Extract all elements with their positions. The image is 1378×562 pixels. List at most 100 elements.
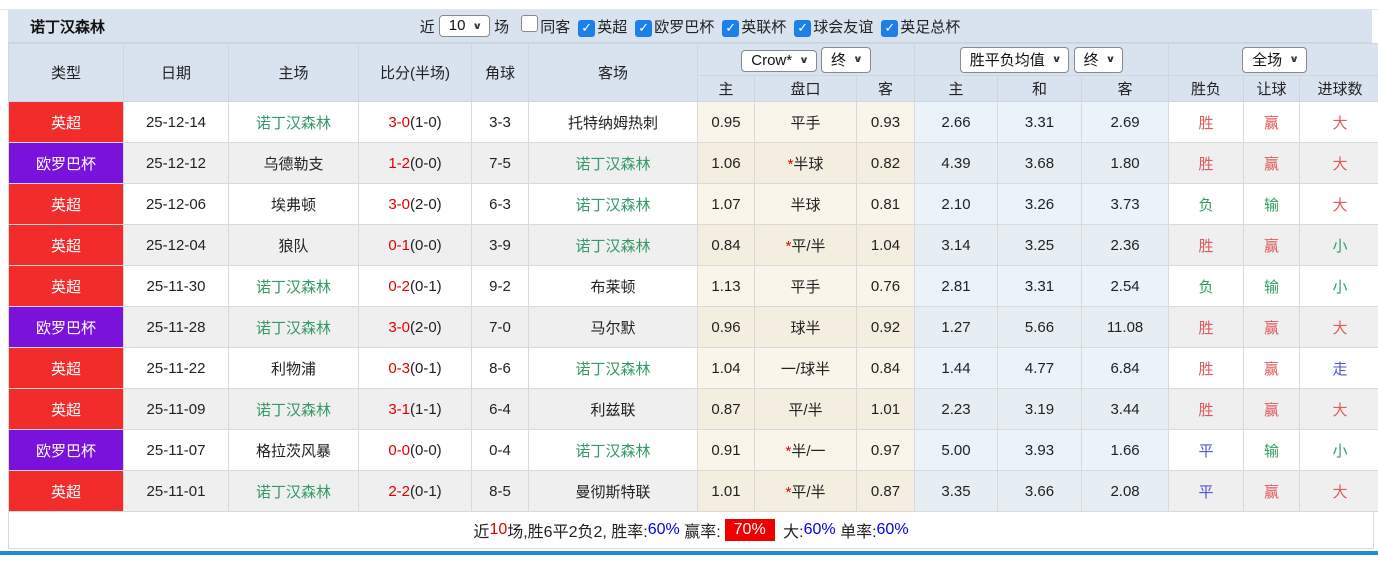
avg-draw-odds: 4.77 bbox=[997, 347, 1083, 389]
match-history-table: 类型 日期 主场 比分(半场) 角球 客场 Crow* ∨ 终 ∨ 胜平负均值 … bbox=[8, 43, 1378, 512]
date-cell: 25-11-07 bbox=[123, 429, 229, 471]
handicap-result: 输 bbox=[1264, 442, 1280, 460]
checkbox-checked[interactable]: ✓ bbox=[722, 19, 740, 37]
col-header-home: 主场 bbox=[228, 43, 359, 102]
sub-header-avg-home: 主 bbox=[914, 75, 999, 102]
checkbox-label: 球会友谊 bbox=[813, 19, 874, 36]
fulltime-score: 3-0 bbox=[388, 113, 410, 131]
avg-odds-select[interactable]: 胜平负均值 ∨ bbox=[959, 46, 1070, 73]
handicap-line-cell: 半球 bbox=[754, 183, 857, 225]
checkbox-checked[interactable]: ✓ bbox=[881, 19, 899, 37]
goals-result: 大 bbox=[1332, 483, 1348, 501]
chevron-down-icon: ∨ bbox=[1105, 53, 1116, 65]
summary-segment: 单率: bbox=[835, 524, 877, 541]
home-team-name: 乌德勒支 bbox=[263, 155, 324, 173]
away-team-cell: 利兹联 bbox=[528, 388, 698, 430]
chevron-down-icon: ∨ bbox=[472, 19, 483, 32]
match-result-cell: 胜 bbox=[1168, 101, 1245, 143]
match-result-cell: 平 bbox=[1168, 429, 1245, 471]
col-header-corners: 角球 bbox=[471, 43, 529, 102]
match-result-cell: 平 bbox=[1168, 470, 1245, 512]
checkbox-unchecked[interactable] bbox=[521, 15, 539, 32]
away-team-name: 诺丁汉森林 bbox=[575, 155, 651, 173]
recent-count-select[interactable]: 10 ∨ bbox=[438, 15, 491, 37]
checkbox-label: 英足总杯 bbox=[900, 19, 961, 36]
handicap-line-cell: 平/半 bbox=[754, 388, 857, 430]
fulltime-score: 1-2 bbox=[388, 154, 410, 172]
home-team-cell: 诺丁汉森林 bbox=[228, 388, 359, 430]
table-row: 欧罗巴杯 25-11-07 格拉茨风暴 0-0(0-0) 0-4 诺丁汉森林 0.91 *半/… bbox=[8, 429, 1378, 471]
league-filter-checkboxes: 同客 ✓ 英超 ✓ 欧罗巴杯 ✓ 英联杯 ✓ 球会友谊 ✓ 英足总杯 bbox=[513, 15, 960, 37]
scope-select[interactable]: 全场 ∨ bbox=[1242, 46, 1307, 73]
summary-segment: 60% bbox=[803, 521, 836, 538]
fulltime-score: 3-0 bbox=[388, 318, 410, 336]
checkbox-checked[interactable]: ✓ bbox=[794, 19, 812, 37]
scope-value: 全场 bbox=[1252, 51, 1283, 69]
handicap-away-odds: 1.01 bbox=[855, 388, 916, 430]
away-team-name: 布莱顿 bbox=[590, 278, 636, 296]
away-team-cell: 布莱顿 bbox=[528, 265, 698, 307]
chevron-down-icon: ∨ bbox=[853, 53, 863, 65]
score-cell: 0-0(0-0) bbox=[358, 429, 472, 471]
date-cell: 25-12-12 bbox=[123, 142, 229, 184]
avg-home-odds: 2.10 bbox=[914, 183, 999, 225]
match-result-cell: 胜 bbox=[1168, 142, 1245, 184]
table-row: 英超 25-11-01 诺丁汉森林 2-2(0-1) 8-5 曼彻斯特联 1.01 *平/半 0… bbox=[8, 470, 1378, 512]
recent-count-value: 10 bbox=[448, 17, 466, 34]
goals-result-cell: 小 bbox=[1299, 429, 1378, 471]
home-team-cell: 诺丁汉森林 bbox=[228, 101, 359, 143]
handicap-away-odds: 0.93 bbox=[855, 101, 916, 143]
away-team-cell: 诺丁汉森林 bbox=[528, 142, 698, 184]
avg-away-odds: 3.73 bbox=[1081, 183, 1170, 225]
col-header-score: 比分(半场) bbox=[358, 43, 472, 102]
home-team-name: 狼队 bbox=[278, 237, 309, 255]
summary-segment: 10 bbox=[489, 521, 508, 538]
handicap-away-odds: 0.92 bbox=[855, 306, 916, 348]
checkbox-checked[interactable]: ✓ bbox=[578, 19, 596, 37]
date-cell: 25-11-30 bbox=[123, 265, 229, 307]
odds-company-select[interactable]: Crow* ∨ bbox=[741, 49, 817, 72]
checkbox-checked[interactable]: ✓ bbox=[635, 19, 653, 37]
away-team-name: 曼彻斯特联 bbox=[575, 483, 651, 501]
home-team-cell: 利物浦 bbox=[228, 347, 359, 389]
home-team-name: 埃弗顿 bbox=[270, 196, 316, 214]
handicap-home-odds: 0.91 bbox=[697, 429, 755, 471]
avg-away-odds: 6.84 bbox=[1081, 347, 1170, 389]
home-team-cell: 狼队 bbox=[228, 224, 359, 266]
match-result: 胜 bbox=[1198, 114, 1214, 132]
league-badge: 英超 bbox=[8, 101, 124, 143]
handicap-line-cell: 一/球半 bbox=[754, 347, 857, 389]
handicap-result: 输 bbox=[1264, 278, 1280, 296]
avg-odds-group-header: 胜平负均值 ∨ 终 ∨ bbox=[914, 43, 1170, 76]
avg-draw-odds: 3.25 bbox=[997, 224, 1083, 266]
league-badge: 英超 bbox=[8, 470, 124, 512]
handicap-result: 赢 bbox=[1264, 237, 1280, 255]
sub-header-goals: 进球数 bbox=[1299, 75, 1378, 102]
table-row: 英超 25-11-22 利物浦 0-3(0-1) 8-6 诺丁汉森林 1.04 一/球半 0.8… bbox=[8, 347, 1378, 389]
halftime-score: (0-0) bbox=[410, 236, 442, 254]
avg-draw-odds: 3.19 bbox=[997, 388, 1083, 430]
goals-result: 小 bbox=[1332, 278, 1348, 296]
date-cell: 25-11-28 bbox=[123, 306, 229, 348]
goals-result-cell: 小 bbox=[1299, 224, 1378, 266]
handicap-line: 平/半 bbox=[791, 237, 826, 255]
avg-away-odds: 2.08 bbox=[1081, 470, 1170, 512]
home-team-cell: 格拉茨风暴 bbox=[228, 429, 359, 471]
avg-time-select[interactable]: 终 ∨ bbox=[1073, 46, 1124, 73]
team-title: 诺丁汉森林 bbox=[30, 18, 106, 36]
handicap-home-odds: 1.13 bbox=[697, 265, 755, 307]
handicap-home-odds: 1.07 bbox=[697, 183, 755, 225]
avg-away-odds: 2.69 bbox=[1081, 101, 1170, 143]
title-bar: 诺丁汉森林 近 10 ∨ 场 同客 ✓ 英超 ✓ 欧罗巴杯 ✓ 英联杯 ✓ 球会友谊 ✓ 英足总杯 bbox=[8, 10, 1372, 43]
handicap-away-odds: 0.76 bbox=[855, 265, 916, 307]
home-team-cell: 乌德勒支 bbox=[228, 142, 359, 184]
avg-home-odds: 1.27 bbox=[914, 306, 999, 348]
goals-result-cell: 大 bbox=[1299, 388, 1378, 430]
away-team-cell: 诺丁汉森林 bbox=[528, 429, 698, 471]
score-cell: 0-2(0-1) bbox=[358, 265, 472, 307]
sub-header-away: 客 bbox=[855, 75, 916, 102]
home-team-name: 诺丁汉森林 bbox=[255, 401, 331, 419]
sub-header-result: 胜负 bbox=[1168, 75, 1245, 102]
company-time-select[interactable]: 终 ∨ bbox=[821, 46, 871, 73]
score-cell: 3-1(1-1) bbox=[358, 388, 472, 430]
